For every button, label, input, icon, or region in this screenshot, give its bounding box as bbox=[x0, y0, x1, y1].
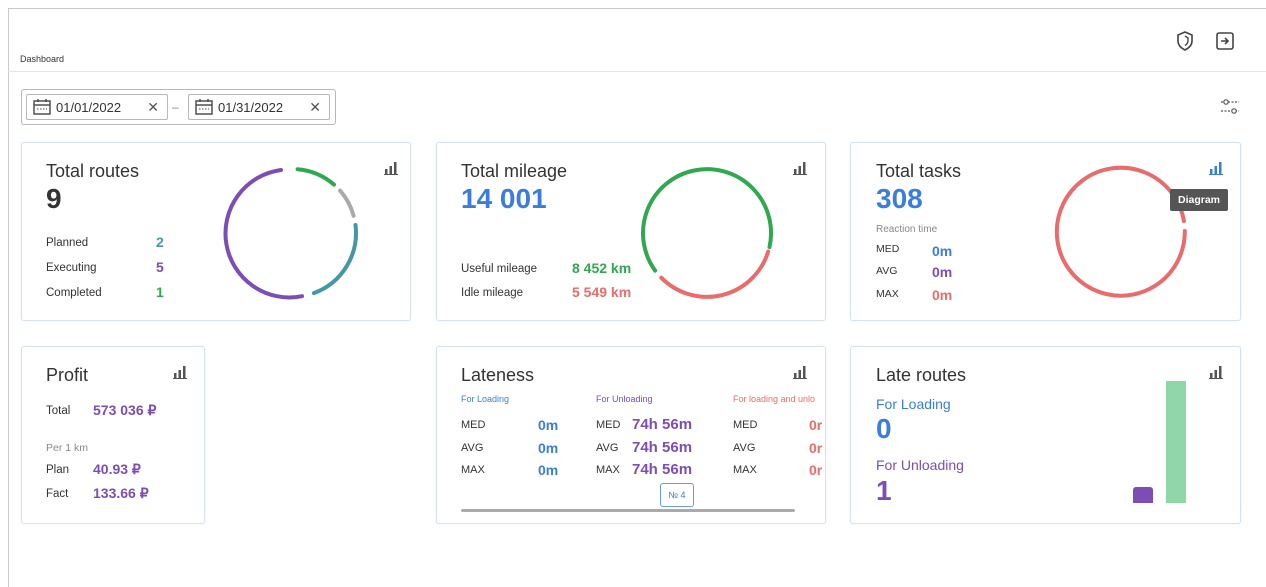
donut-segment-useful bbox=[641, 167, 774, 273]
row-value: 0m bbox=[932, 243, 953, 259]
late-routes-bar-unloading[interactable] bbox=[1133, 487, 1153, 503]
shield-icon[interactable] bbox=[1172, 28, 1198, 54]
date-to-value: 01/31/2022 bbox=[218, 99, 284, 115]
row-label: MED bbox=[876, 243, 900, 255]
lateness-row-label: AVG bbox=[461, 442, 484, 454]
tasks-donut-chart[interactable] bbox=[1051, 163, 1191, 303]
bar-chart-icon[interactable] bbox=[173, 365, 187, 379]
diagram-tooltip: Diagram bbox=[1170, 189, 1229, 211]
lateness-row-label: MAX bbox=[733, 464, 757, 476]
settings-sliders-icon[interactable] bbox=[1219, 96, 1241, 118]
fact-value: 133.66 ₽ bbox=[93, 485, 149, 501]
bar-chart-icon[interactable] bbox=[793, 161, 807, 175]
profit-total-value: 573 036 ₽ bbox=[93, 402, 157, 418]
profit-total-label: Total bbox=[46, 405, 71, 417]
row-value: 0m bbox=[932, 264, 953, 280]
row-value: 5 549 km bbox=[572, 284, 632, 300]
card-title: Profit bbox=[46, 365, 89, 385]
bar-chart-icon[interactable] bbox=[384, 161, 398, 175]
date-from-field[interactable]: 01/01/2022 ✕ bbox=[26, 94, 168, 120]
profit-card: Profit Total 573 036 ₽ Per 1 km Plan 40.… bbox=[21, 346, 205, 524]
row-value: 5 bbox=[156, 259, 164, 275]
lateness-row-value: 74h 56m bbox=[632, 461, 693, 478]
lateness-row-value: 74h 56m bbox=[632, 416, 693, 433]
lateness-row-label: AVG bbox=[733, 442, 756, 454]
bar-chart-icon[interactable] bbox=[1209, 161, 1223, 175]
total-tasks-card: Total tasks 308 Reaction time MED 0m AVG… bbox=[850, 142, 1241, 321]
total-mileage-value: 14 001 bbox=[461, 183, 547, 214]
donut-segment-completed bbox=[295, 167, 336, 187]
donut-segment-tasks bbox=[1054, 165, 1187, 298]
donut-segment-idle bbox=[659, 249, 771, 299]
routes-donut-chart[interactable] bbox=[222, 163, 362, 303]
total-routes-card: Total routes 9 Planned 2 Executing 5 Com… bbox=[21, 142, 411, 321]
lateness-row-label: MAX bbox=[596, 464, 620, 476]
horizontal-scrollbar[interactable] bbox=[461, 509, 795, 512]
mileage-donut-chart[interactable] bbox=[637, 163, 777, 303]
per-km-label: Per 1 km bbox=[46, 442, 89, 454]
late-unloading-value: 1 bbox=[876, 475, 892, 506]
card-title: Total mileage bbox=[461, 161, 568, 181]
row-label: MAX bbox=[876, 288, 899, 300]
donut-segment-planned bbox=[311, 223, 358, 296]
bar-chart-icon[interactable] bbox=[1209, 365, 1223, 379]
row-label: Idle mileage bbox=[461, 287, 524, 299]
card-title: Late routes bbox=[876, 365, 967, 385]
plan-value: 40.93 ₽ bbox=[93, 461, 141, 477]
calendar-icon bbox=[33, 99, 51, 115]
lateness-row-value: 0r bbox=[809, 440, 822, 456]
lateness-row-label: MED bbox=[461, 419, 486, 431]
date-from-value: 01/01/2022 bbox=[56, 99, 122, 115]
lateness-row-label: MED bbox=[596, 419, 621, 431]
reaction-time-label: Reaction time bbox=[876, 224, 938, 235]
logout-icon[interactable] bbox=[1212, 28, 1238, 54]
lateness-row-label: MED bbox=[733, 419, 758, 431]
row-value: 2 bbox=[156, 234, 164, 250]
date-range-filter: 01/01/2022 ✕ – 01/31/2022 ✕ bbox=[21, 89, 336, 125]
donut-segment-executing bbox=[223, 168, 304, 300]
lateness-col-heading: For loading and unlo bbox=[733, 394, 816, 404]
row-label: AVG bbox=[876, 265, 898, 277]
row-label: Executing bbox=[46, 262, 97, 274]
lateness-row-value: 74h 56m bbox=[632, 439, 693, 456]
lateness-row-value: 0r bbox=[809, 417, 822, 433]
clear-date-from-button[interactable]: ✕ bbox=[147, 99, 159, 116]
total-routes-value: 9 bbox=[46, 183, 62, 214]
lateness-card: Lateness For Loading MED 0m AVG 0m MAX 0… bbox=[436, 346, 826, 524]
row-label: Useful mileage bbox=[461, 263, 538, 275]
header-divider bbox=[8, 71, 1266, 72]
card-title: Total tasks bbox=[876, 161, 962, 181]
clear-date-to-button[interactable]: ✕ bbox=[309, 99, 321, 116]
date-to-field[interactable]: 01/31/2022 ✕ bbox=[188, 94, 330, 120]
row-label: Planned bbox=[46, 237, 89, 249]
lateness-row-value: 0m bbox=[538, 440, 559, 456]
late-routes-bar-loading[interactable] bbox=[1166, 381, 1186, 503]
late-loading-value: 0 bbox=[876, 413, 892, 444]
date-separator: – bbox=[172, 100, 179, 114]
row-value: 0m bbox=[932, 287, 953, 303]
card-title: Total routes bbox=[46, 161, 140, 181]
lateness-row-value: 0m bbox=[538, 417, 559, 433]
fact-label: Fact bbox=[46, 488, 69, 500]
page-indicator-button[interactable]: № 4 bbox=[660, 483, 694, 507]
lateness-row-label: AVG bbox=[596, 442, 619, 454]
row-value: 8 452 km bbox=[572, 260, 632, 276]
total-mileage-card: Total mileage 14 001 Useful mileage 8 45… bbox=[436, 142, 826, 321]
calendar-icon bbox=[195, 99, 213, 115]
plan-label: Plan bbox=[46, 464, 70, 476]
lateness-col-heading: For Loading bbox=[461, 394, 510, 404]
late-routes-card: Late routes For Loading 0 For Unloading … bbox=[850, 346, 1241, 524]
late-unloading-label: For Unloading bbox=[876, 457, 964, 473]
row-label: Completed bbox=[46, 287, 102, 299]
total-tasks-value: 308 bbox=[876, 183, 923, 214]
lateness-row-label: MAX bbox=[461, 464, 485, 476]
late-loading-label: For Loading bbox=[876, 396, 951, 412]
lateness-row-value: 0r bbox=[809, 462, 822, 478]
lateness-columns: For Loading MED 0m AVG 0m MAX 0m For Unl… bbox=[437, 347, 822, 525]
donut-segment-gap-gray bbox=[338, 188, 356, 218]
breadcrumb[interactable]: Dashboard bbox=[20, 54, 64, 64]
lateness-row-value: 0m bbox=[538, 462, 559, 478]
row-value: 1 bbox=[156, 284, 164, 300]
lateness-col-heading: For Unloading bbox=[596, 394, 653, 404]
